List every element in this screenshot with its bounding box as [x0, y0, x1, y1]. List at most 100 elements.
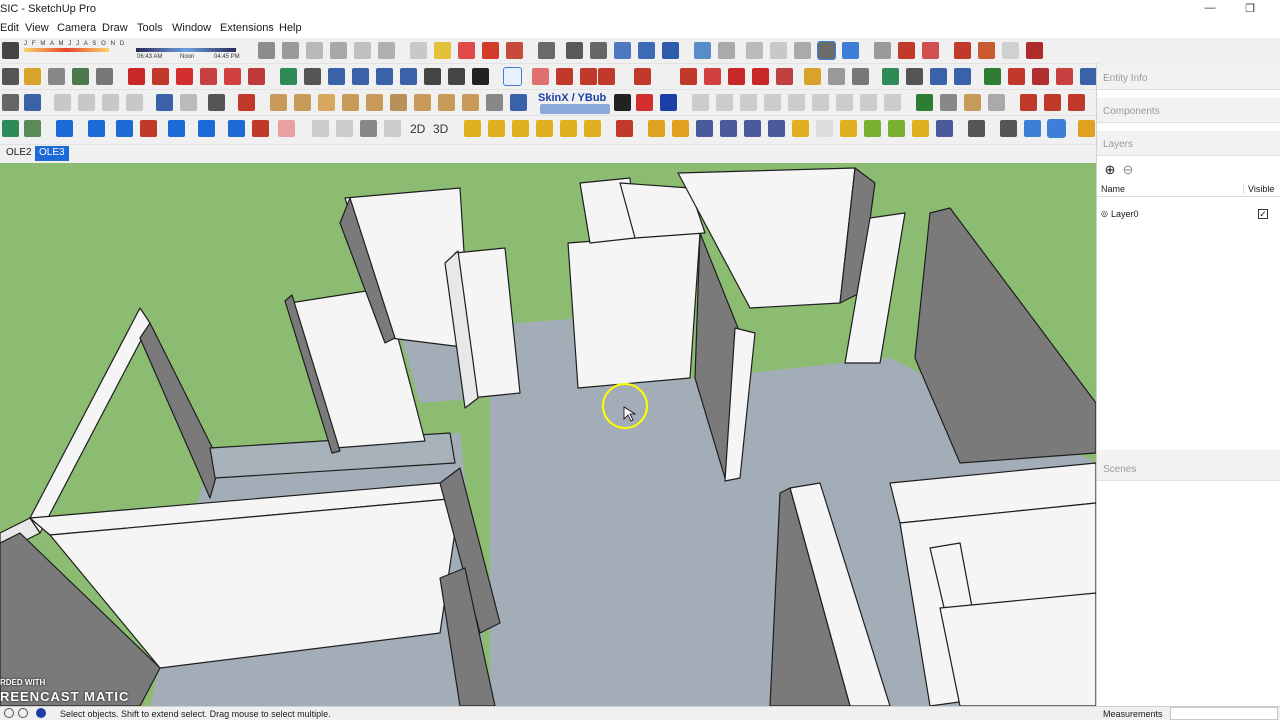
- sandbox-10-icon[interactable]: [486, 94, 503, 111]
- line-dropdown-icon[interactable]: [580, 68, 597, 85]
- section-plane-icon[interactable]: [852, 68, 869, 85]
- move-2-icon[interactable]: [728, 68, 745, 85]
- shadow-settings-bar[interactable]: J F M A M J J A S O N D 06:43 AM Noon 04…: [24, 41, 244, 63]
- zoom-extents-icon[interactable]: [376, 68, 393, 85]
- sandbox-7-icon[interactable]: [414, 94, 431, 111]
- ext-icon-1[interactable]: [1056, 68, 1073, 85]
- menu-tools[interactable]: Tools: [137, 22, 163, 34]
- render-br-icon[interactable]: [744, 120, 761, 137]
- blue-tool-2-icon[interactable]: [116, 120, 133, 137]
- layer-row[interactable]: ◎ Layer0 ✓: [1097, 207, 1280, 223]
- active-layer-icon[interactable]: ◎: [1101, 209, 1108, 218]
- pencil-icon[interactable]: [482, 42, 499, 59]
- menu-camera[interactable]: Camera: [57, 22, 96, 34]
- scale-icon[interactable]: [874, 42, 891, 59]
- yellow-1-icon[interactable]: [464, 120, 481, 137]
- tape-measure-icon[interactable]: [24, 68, 41, 85]
- tape-2-icon[interactable]: [804, 68, 821, 85]
- offset-icon[interactable]: [248, 68, 265, 85]
- ext-red-1-icon[interactable]: [954, 42, 971, 59]
- arc-icon[interactable]: [598, 68, 615, 85]
- previous-view-icon[interactable]: [400, 68, 417, 85]
- ruby-console-icon[interactable]: [1032, 68, 1049, 85]
- paste-icon[interactable]: [102, 94, 119, 111]
- look-around-icon[interactable]: [448, 68, 465, 85]
- tools-2-icon[interactable]: [940, 94, 957, 111]
- scene-tab-ole3[interactable]: OLE3: [35, 146, 69, 161]
- circle-9-icon[interactable]: [884, 94, 901, 111]
- delete-icon[interactable]: [126, 94, 143, 111]
- undo-icon[interactable]: [156, 94, 173, 111]
- render-m-icon[interactable]: [648, 120, 665, 137]
- menu-window[interactable]: Window: [172, 22, 211, 34]
- render-plant-icon[interactable]: [864, 120, 881, 137]
- skin-plugin-icon[interactable]: [540, 104, 610, 114]
- rectangle-icon[interactable]: [634, 68, 651, 85]
- zoom-2-icon[interactable]: [930, 68, 947, 85]
- xray-icon[interactable]: [410, 42, 427, 59]
- sandbox-3-icon[interactable]: [318, 94, 335, 111]
- layers-col-visible[interactable]: Visible: [1243, 184, 1274, 194]
- freehand-icon[interactable]: [506, 42, 523, 59]
- follow-me-2-icon[interactable]: [704, 68, 721, 85]
- print-icon[interactable]: [208, 94, 225, 111]
- ruby-icon[interactable]: [922, 42, 939, 59]
- ext-grey-icon[interactable]: [1002, 42, 1019, 59]
- axes-tool-icon[interactable]: [72, 68, 89, 85]
- monochrome-icon[interactable]: [794, 42, 811, 59]
- tools-1-icon[interactable]: [916, 94, 933, 111]
- circle-8-icon[interactable]: [860, 94, 877, 111]
- solid-subtract-icon[interactable]: [638, 42, 655, 59]
- view-3d-button[interactable]: 3D: [433, 122, 448, 136]
- camera-icon[interactable]: [258, 42, 275, 59]
- text-icon[interactable]: [48, 68, 65, 85]
- help-status-icon[interactable]: [36, 708, 46, 718]
- minimize-icon[interactable]: —: [1200, 2, 1220, 18]
- circle-5-icon[interactable]: [788, 94, 805, 111]
- sandbox-2-icon[interactable]: [294, 94, 311, 111]
- eraser-tool-icon[interactable]: [2, 42, 19, 59]
- solid-union-icon[interactable]: [614, 42, 631, 59]
- rotate-icon[interactable]: [176, 68, 193, 85]
- blue-tool-4-icon[interactable]: [198, 120, 215, 137]
- axes-icon[interactable]: [2, 68, 19, 85]
- render-t-icon[interactable]: [768, 120, 785, 137]
- layers-header[interactable]: Layers: [1097, 131, 1280, 156]
- section-1-icon[interactable]: [312, 120, 329, 137]
- ext-icon-2[interactable]: [1080, 68, 1097, 85]
- render-light-icon[interactable]: [840, 120, 857, 137]
- dimension-icon[interactable]: [96, 68, 113, 85]
- textured-icon[interactable]: [770, 42, 787, 59]
- layer-visible-checkbox[interactable]: ✓: [1258, 209, 1268, 219]
- hidden-line-icon[interactable]: [718, 42, 735, 59]
- layers-toggle-icon[interactable]: [817, 41, 836, 60]
- eraser-icon[interactable]: [532, 68, 549, 85]
- move-icon[interactable]: [128, 68, 145, 85]
- follow-me-icon[interactable]: [200, 68, 217, 85]
- zoom-window-icon[interactable]: [352, 68, 369, 85]
- help-icon[interactable]: [660, 94, 677, 111]
- circle-6-icon[interactable]: [812, 94, 829, 111]
- ext-red-3-icon[interactable]: [1026, 42, 1043, 59]
- tools-3-icon[interactable]: [964, 94, 981, 111]
- menu-edit[interactable]: Edit: [0, 22, 19, 34]
- sandbox-6-icon[interactable]: [390, 94, 407, 111]
- tools-5-icon[interactable]: [1020, 94, 1037, 111]
- iso-view-icon[interactable]: [282, 42, 299, 59]
- extension-warehouse-icon[interactable]: [1008, 68, 1025, 85]
- scene-tab-ole2[interactable]: OLE2: [2, 146, 36, 161]
- circle-1-icon[interactable]: [692, 94, 709, 111]
- red-t-icon[interactable]: [616, 120, 633, 137]
- rotate-2-icon[interactable]: [752, 68, 769, 85]
- components-header[interactable]: Components: [1097, 98, 1280, 123]
- new-icon[interactable]: [2, 94, 19, 111]
- scale-2-icon[interactable]: [776, 68, 793, 85]
- target-icon[interactable]: [1000, 120, 1017, 137]
- tools-6-icon[interactable]: [1044, 94, 1061, 111]
- grid-icon[interactable]: [2, 120, 19, 137]
- protractor-icon[interactable]: [828, 68, 845, 85]
- line-icon[interactable]: [556, 68, 573, 85]
- render-rt-icon[interactable]: [720, 120, 737, 137]
- red-undo-icon[interactable]: [252, 120, 269, 137]
- scenes-header[interactable]: Scenes: [1097, 456, 1280, 481]
